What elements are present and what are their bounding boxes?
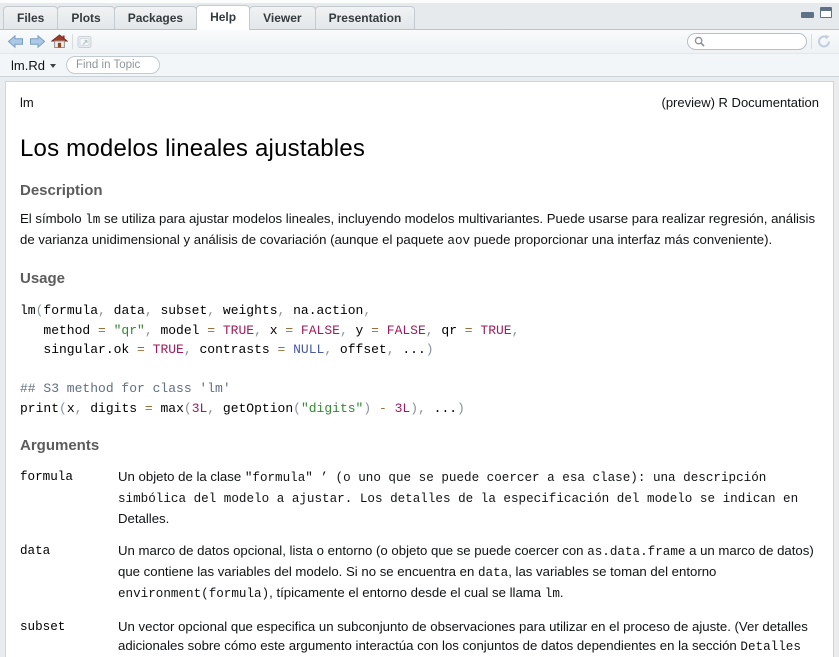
doc-header: lm (preview) R Documentation xyxy=(20,95,819,110)
section-heading-arguments: Arguments xyxy=(20,437,819,454)
tab-help[interactable]: Help xyxy=(196,5,250,30)
argument-name: formula xyxy=(20,467,118,528)
topic-toolbar: lm.Rd xyxy=(0,54,839,77)
maximize-icon[interactable] xyxy=(820,7,832,18)
find-in-topic-input[interactable] xyxy=(66,56,160,74)
argument-row-subset: subset Un vector opcional que especifica… xyxy=(20,617,819,657)
section-heading-description: Description xyxy=(20,182,819,199)
tab-files[interactable]: Files xyxy=(3,6,58,29)
page-title: Los modelos lineales ajustables xyxy=(20,135,819,163)
usage-code-block: lm(formula, data, subset, weights, na.ac… xyxy=(20,301,819,418)
tab-viewer[interactable]: Viewer xyxy=(249,6,315,29)
help-toolbar xyxy=(0,30,839,54)
forward-icon[interactable] xyxy=(29,34,46,49)
tab-plots[interactable]: Plots xyxy=(57,6,114,29)
doc-header-source: (preview) R Documentation xyxy=(661,95,819,110)
argument-name: subset xyxy=(20,617,118,657)
caret-down-icon xyxy=(50,64,56,68)
topic-dropdown[interactable]: lm.Rd xyxy=(11,58,56,73)
argument-description: Un marco de datos opcional, lista o ento… xyxy=(118,541,819,604)
refresh-icon[interactable] xyxy=(816,34,832,49)
pane-tab-bar: Files Plots Packages Help Viewer Present… xyxy=(0,3,839,30)
argument-description: Un vector opcional que especifica un sub… xyxy=(118,617,819,657)
argument-name: data xyxy=(20,541,118,604)
toolbar-separator xyxy=(811,34,812,49)
tab-presentation[interactable]: Presentation xyxy=(315,6,416,29)
back-icon[interactable] xyxy=(7,34,24,49)
show-in-new-window-icon[interactable] xyxy=(77,35,93,49)
description-paragraph: El símbolo lm se utiliza para ajustar mo… xyxy=(20,209,819,251)
doc-header-topic: lm xyxy=(20,95,34,110)
search-input[interactable] xyxy=(708,35,798,49)
help-content-panel[interactable]: lm (preview) R Documentation Los modelos… xyxy=(5,81,834,657)
argument-row-data: data Un marco de datos opcional, lista o… xyxy=(20,541,819,604)
tab-packages[interactable]: Packages xyxy=(114,6,197,29)
section-heading-usage: Usage xyxy=(20,270,819,287)
search-icon xyxy=(694,36,705,47)
arguments-table: formula Un objeto de la clase "formula" … xyxy=(20,467,819,657)
topic-name: lm.Rd xyxy=(11,58,45,73)
toolbar-separator xyxy=(72,34,73,49)
argument-row-formula: formula Un objeto de la clase "formula" … xyxy=(20,467,819,528)
home-icon[interactable] xyxy=(51,34,68,49)
argument-description: Un objeto de la clase "formula" ’ (o uno… xyxy=(118,467,819,528)
minimize-icon[interactable] xyxy=(801,12,814,18)
help-search-box xyxy=(687,33,807,50)
window-controls xyxy=(801,6,832,18)
